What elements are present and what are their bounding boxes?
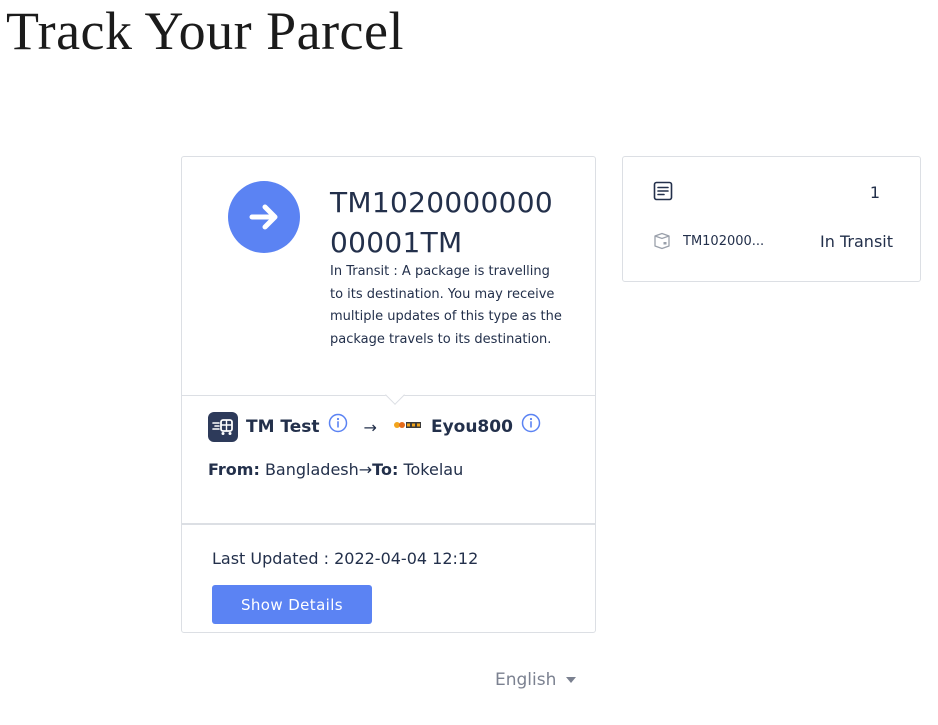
parcel-status: In Transit [820, 231, 893, 251]
list-item[interactable]: TM102000... In Transit [653, 229, 893, 253]
parcel-list-card: 1 TM102000... In Transit [622, 156, 921, 282]
to-country: Tokelau [403, 460, 464, 479]
tracking-number: TM102000000000001TM [330, 186, 554, 259]
shipment-card: TM102000000000001TM In Transit : A packa… [181, 156, 596, 633]
from-label: From: [208, 460, 260, 479]
destination-carrier-name: Eyou800 [430, 417, 513, 437]
to-label: To: [372, 460, 399, 479]
document-list-icon [653, 181, 673, 201]
language-label: English [495, 670, 557, 690]
show-details-button[interactable]: Show Details [212, 585, 372, 624]
chevron-down-icon [566, 677, 577, 683]
language-dropdown[interactable]: English [495, 670, 577, 690]
page-title: Track Your Parcel [6, 1, 404, 61]
origin-carrier-name: TM Test [246, 417, 320, 437]
to-arrow: → [358, 460, 373, 479]
parcel-count: 1 [869, 183, 880, 202]
eyou800-logo-icon [393, 422, 421, 428]
from-country: Bangladesh [264, 460, 359, 479]
origin-carrier-info-icon[interactable] [328, 413, 348, 433]
box-icon [654, 232, 670, 250]
arrow-right-icon [249, 204, 278, 230]
route-arrow: → [363, 417, 377, 437]
status-badge [228, 181, 300, 253]
last-updated: Last Updated : 2022-04-04 12:12 [212, 549, 479, 568]
parcel-number: TM102000... [683, 233, 765, 249]
status-description: In Transit : A package is travelling to … [330, 264, 562, 347]
route-countries: From: Bangladesh→To: Tokelau [208, 460, 463, 479]
carrier-route: TM Test → Eyou800 [208, 411, 541, 443]
destination-carrier-info-icon[interactable] [521, 413, 541, 433]
divider [182, 523, 595, 525]
divider-notch [385, 385, 405, 405]
truck-logo-icon [208, 412, 238, 442]
